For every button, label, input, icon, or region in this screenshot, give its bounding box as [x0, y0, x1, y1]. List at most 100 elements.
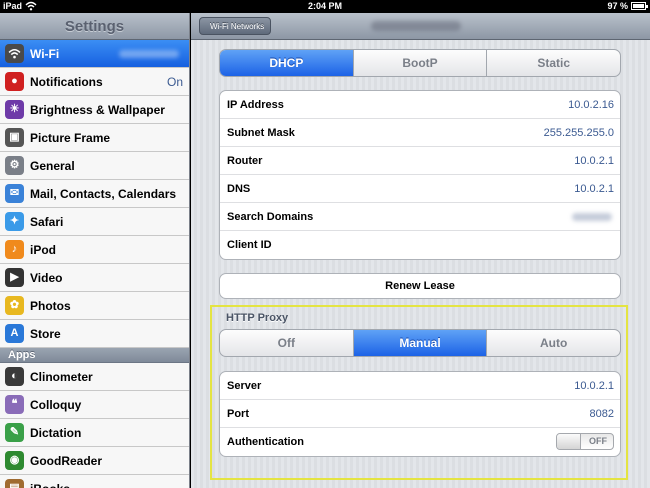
gear-icon: ⚙ [5, 156, 24, 175]
brightness-icon: ☀ [5, 100, 24, 119]
sidebar-item-label: Clinometer [30, 370, 93, 384]
server-row[interactable]: Server 10.0.2.1 [220, 372, 620, 400]
sidebar-item-label: iBooks [30, 482, 70, 488]
settings-sidebar: Settings Wi-Fi ● Notifications On ☀ Brig… [0, 13, 190, 488]
mail-icon: ✉ [5, 184, 24, 203]
sidebar-item-dictation[interactable]: ✎ Dictation [0, 419, 189, 447]
sidebar-item-general[interactable]: ⚙ General [0, 152, 189, 180]
proxy-settings-group: Server 10.0.2.1 Port 8082 Authentication… [219, 371, 621, 457]
sidebar-item-ibooks[interactable]: ▤ iBooks [0, 475, 189, 488]
sidebar-item-label: Safari [30, 215, 64, 229]
ipod-icon: ♪ [5, 240, 24, 259]
row-label: Router [227, 155, 263, 167]
sidebar-item-label: Dictation [30, 426, 82, 440]
ip-info-group: IP Address 10.0.2.16 Subnet Mask 255.255… [219, 90, 621, 260]
sidebar-item-store[interactable]: A Store [0, 320, 189, 348]
sidebar-item-picture-frame[interactable]: ▣ Picture Frame [0, 124, 189, 152]
segment-static[interactable]: Static [487, 50, 620, 76]
sidebar-item-label: General [30, 159, 75, 173]
clinometer-icon: ◐ [5, 367, 24, 386]
row-label: Search Domains [227, 211, 314, 223]
sidebar-item-clinometer[interactable]: ◐ Clinometer [0, 363, 189, 391]
sidebar-item-label: Video [30, 271, 63, 285]
row-label: DNS [227, 183, 251, 195]
sidebar-item-label: Photos [30, 299, 71, 313]
goodreader-icon: ◉ [5, 451, 24, 470]
row-label: Authentication [227, 436, 304, 448]
search-domains-row: Search Domains [220, 203, 620, 231]
sidebar-item-mail[interactable]: ✉ Mail, Contacts, Calendars [0, 180, 189, 208]
sidebar-item-ipod[interactable]: ♪ iPod [0, 236, 189, 264]
client-id-row[interactable]: Client ID [220, 231, 620, 259]
network-title-redacted [371, 21, 461, 31]
row-label: Port [227, 408, 249, 420]
sidebar-item-goodreader[interactable]: ◉ GoodReader [0, 447, 189, 475]
sidebar-item-label: iPod [30, 243, 56, 257]
picture-frame-icon: ▣ [5, 128, 24, 147]
toggle-state: OFF [589, 436, 607, 446]
subnet-mask-value: 255.255.255.0 [543, 127, 614, 139]
sidebar-item-video[interactable]: ▶ Video [0, 264, 189, 292]
sidebar-item-colloquy[interactable]: ❝ Colloquy [0, 391, 189, 419]
sidebar-item-label: Colloquy [30, 398, 82, 412]
search-domains-redacted [572, 213, 612, 221]
sidebar-item-label: Picture Frame [30, 131, 111, 145]
detail-navbar: Wi-Fi Networks [191, 13, 650, 40]
sidebar-item-safari[interactable]: ✦ Safari [0, 208, 189, 236]
dictation-icon: ✎ [5, 423, 24, 442]
renew-lease-button[interactable]: Renew Lease [219, 273, 621, 299]
battery-icon [631, 2, 648, 10]
wifi-icon [5, 44, 24, 63]
segment-auto[interactable]: Auto [487, 330, 620, 356]
dns-row: DNS 10.0.2.1 [220, 175, 620, 203]
notifications-icon: ● [5, 72, 24, 91]
proxy-mode-segmented-control: Off Manual Auto [219, 329, 621, 357]
ip-address-row: IP Address 10.0.2.16 [220, 91, 620, 119]
status-bar: iPad 2:04 PM 97 % [0, 0, 650, 13]
row-label: Subnet Mask [227, 127, 295, 139]
sidebar-item-label: Wi-Fi [30, 47, 60, 61]
sidebar-item-notifications[interactable]: ● Notifications On [0, 68, 189, 96]
ip-mode-segmented-control: DHCP BootP Static [219, 49, 621, 77]
sidebar-item-label: Mail, Contacts, Calendars [30, 187, 177, 201]
row-label: Client ID [227, 239, 272, 251]
sidebar-item-label: Brightness & Wallpaper [30, 103, 165, 117]
colloquy-icon: ❝ [5, 395, 24, 414]
router-value: 10.0.2.1 [574, 155, 614, 167]
sidebar-item-brightness[interactable]: ☀ Brightness & Wallpaper [0, 96, 189, 124]
clock: 2:04 PM [307, 1, 342, 11]
safari-icon: ✦ [5, 212, 24, 231]
dns-value: 10.0.2.1 [574, 183, 614, 195]
photos-icon: ✿ [5, 296, 24, 315]
ibooks-icon: ▤ [5, 479, 24, 488]
sidebar-title: Settings [0, 13, 189, 40]
ip-address-value: 10.0.2.16 [568, 99, 614, 111]
subnet-mask-row: Subnet Mask 255.255.255.0 [220, 119, 620, 147]
network-name-redacted [119, 50, 179, 58]
sidebar-item-label: GoodReader [30, 454, 103, 468]
notifications-value: On [166, 75, 183, 89]
http-proxy-title: HTTP Proxy [226, 312, 289, 324]
segment-off[interactable]: Off [220, 330, 354, 356]
row-label: IP Address [227, 99, 284, 111]
wifi-detail-pane: Wi-Fi Networks DHCP BootP Static IP Addr… [191, 13, 650, 488]
router-row: Router 10.0.2.1 [220, 147, 620, 175]
apps-section-header: Apps [0, 348, 189, 363]
port-row[interactable]: Port 8082 [220, 400, 620, 428]
authentication-row: Authentication OFF [220, 428, 620, 456]
sidebar-item-wifi[interactable]: Wi-Fi [0, 40, 189, 68]
authentication-toggle[interactable]: OFF [556, 433, 614, 450]
port-value[interactable]: 8082 [590, 408, 614, 420]
server-value[interactable]: 10.0.2.1 [574, 380, 614, 392]
segment-manual[interactable]: Manual [353, 330, 488, 356]
video-icon: ▶ [5, 268, 24, 287]
back-button[interactable]: Wi-Fi Networks [199, 17, 272, 35]
segment-dhcp[interactable]: DHCP [220, 50, 354, 76]
row-label: Server [227, 380, 262, 392]
store-icon: A [5, 324, 24, 343]
sidebar-item-label: Notifications [30, 75, 103, 89]
sidebar-item-label: Store [30, 327, 61, 341]
sidebar-item-photos[interactable]: ✿ Photos [0, 292, 189, 320]
battery-percent: 97 % [607, 1, 628, 11]
segment-bootp[interactable]: BootP [354, 50, 488, 76]
